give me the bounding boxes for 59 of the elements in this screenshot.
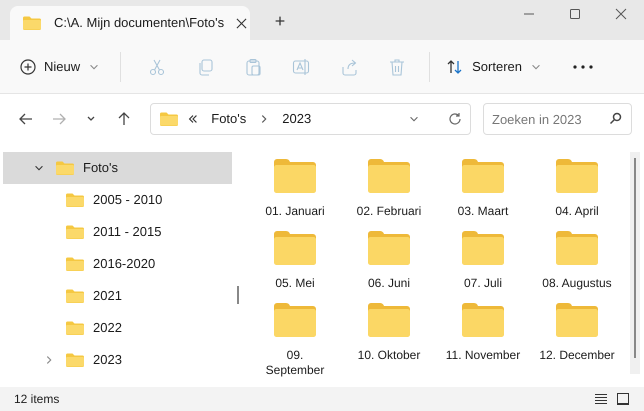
folder-name[interactable]: 10. Oktober xyxy=(351,348,427,363)
window-tab[interactable]: C:\A. Mijn documenten\Foto's xyxy=(10,6,250,40)
scrollbar[interactable] xyxy=(630,152,640,374)
refresh-icon[interactable] xyxy=(448,112,462,126)
folder-icon xyxy=(22,15,42,31)
folder-icon xyxy=(65,320,85,336)
folder-icon xyxy=(65,256,85,272)
folder-name[interactable]: 06. Juni xyxy=(351,276,427,291)
folder-name[interactable]: 01. Januari xyxy=(257,204,333,219)
tree-item[interactable]: 2005 - 2010 xyxy=(3,184,232,216)
tiles-view-icon[interactable] xyxy=(616,393,630,405)
folder-icon xyxy=(55,160,75,176)
breadcrumb[interactable]: Foto's xyxy=(207,109,250,129)
folder-icon xyxy=(461,230,505,266)
tree-item[interactable]: 2022 xyxy=(3,312,232,344)
tree-item[interactable]: 2021 xyxy=(3,280,232,312)
tree-item[interactable]: Foto's xyxy=(3,152,232,184)
search-icon[interactable] xyxy=(609,112,622,125)
folder-icon xyxy=(367,302,411,338)
folder-icon xyxy=(273,302,317,338)
tree-item[interactable]: 2011 - 2015 xyxy=(3,216,232,248)
folder-name[interactable]: 12. December xyxy=(539,348,615,363)
folder-icon xyxy=(367,230,411,266)
folder-icon xyxy=(65,224,85,240)
folder-name[interactable]: 07. Juli xyxy=(445,276,521,291)
double-chevron-icon[interactable] xyxy=(187,113,200,125)
folder-icon xyxy=(159,111,180,127)
breadcrumb[interactable]: 2023 xyxy=(278,109,316,129)
folder-name[interactable]: 09. September xyxy=(257,348,333,378)
folder-icon xyxy=(555,302,599,338)
folder-name[interactable]: 05. Mei xyxy=(257,276,333,291)
folder-name[interactable]: 02. Februari xyxy=(351,204,427,219)
details-view-icon[interactable] xyxy=(594,393,608,405)
folder-name[interactable]: 03. Maart xyxy=(445,204,521,219)
folder-icon xyxy=(65,288,85,304)
folder-icon xyxy=(367,158,411,194)
sort-button[interactable]: Sorteren xyxy=(438,48,550,84)
folder-icon xyxy=(461,158,505,194)
item-count: 12 items xyxy=(14,391,60,408)
folder-icon xyxy=(555,158,599,194)
new-button[interactable]: Nieuw xyxy=(12,48,108,84)
address-bar[interactable]: Foto's 2023 xyxy=(150,103,471,135)
folder-icon xyxy=(65,352,85,368)
folder-icon xyxy=(555,230,599,266)
folder-icon xyxy=(273,230,317,266)
tree-item[interactable]: 2023 xyxy=(3,344,232,376)
folder-name[interactable]: 11. November xyxy=(445,348,521,363)
close-icon[interactable] xyxy=(236,18,248,28)
new-tab-button[interactable]: + xyxy=(266,8,294,34)
folder-icon xyxy=(273,158,317,194)
folder-icon xyxy=(461,302,505,338)
sort-arrows-icon xyxy=(446,58,464,74)
scrollbar-thumb[interactable] xyxy=(237,286,239,304)
tree-item[interactable]: 2016-2020 xyxy=(3,248,232,280)
search-field[interactable]: Zoeken in 2023 xyxy=(483,103,632,135)
folder-name[interactable]: 04. April xyxy=(539,204,615,219)
plus-circle-icon xyxy=(20,58,36,74)
folder-name[interactable]: 08. Augustus xyxy=(539,276,615,291)
folder-icon xyxy=(65,192,85,208)
